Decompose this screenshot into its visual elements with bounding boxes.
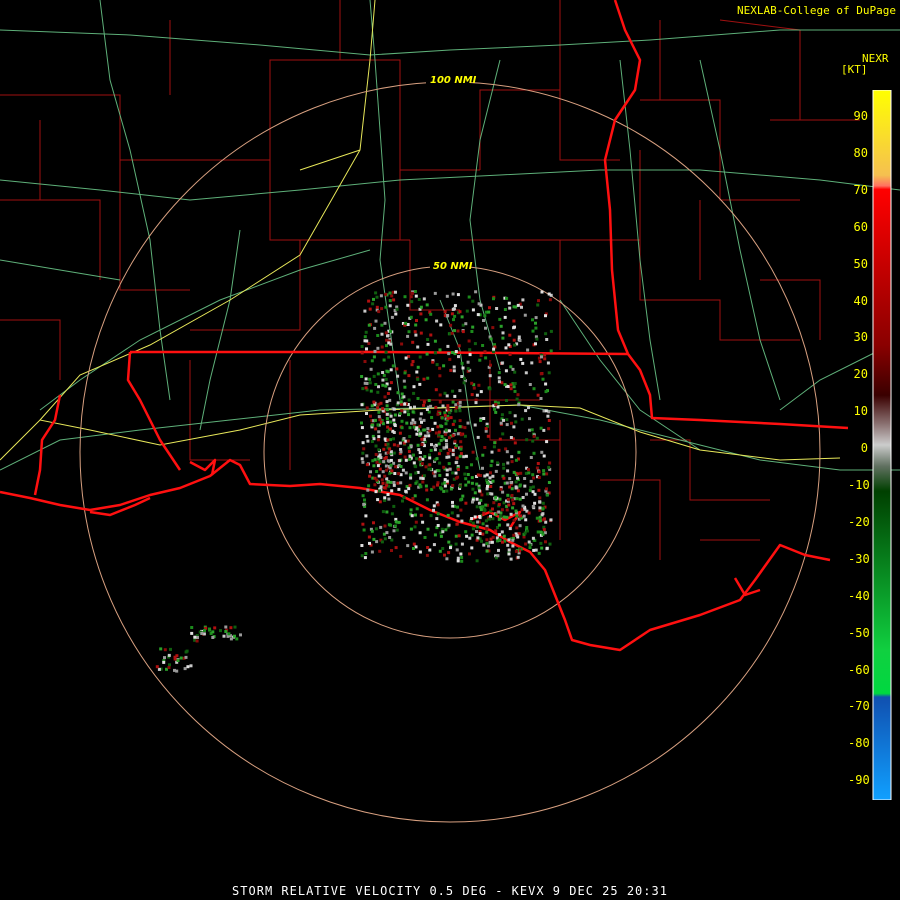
legend-tick: -20 xyxy=(848,514,870,529)
legend-tick: -40 xyxy=(848,588,870,603)
legend-tick: -50 xyxy=(848,625,870,640)
coastline xyxy=(0,458,831,652)
legend-tick: -10 xyxy=(848,478,870,492)
legend-tick: -70 xyxy=(848,699,870,714)
legend-tick: 60 xyxy=(853,219,868,234)
interstates xyxy=(0,0,841,461)
legend-tick: 10 xyxy=(853,404,868,419)
legend-tick: -90 xyxy=(848,773,870,788)
legend-tick: 20 xyxy=(853,367,868,382)
legend-tick: -60 xyxy=(848,662,870,677)
legend-tick: 50 xyxy=(853,256,868,271)
legend-unit: [KT] xyxy=(841,63,868,76)
legend-tick: 90 xyxy=(853,109,868,123)
range-label-50nmi: 50 NMI xyxy=(433,261,473,272)
credit-label: NEXLAB-College of DuPage xyxy=(737,4,896,17)
legend-tick: -30 xyxy=(848,551,870,566)
legend-tick: 70 xyxy=(853,182,868,197)
legend-tick: 40 xyxy=(853,293,868,308)
legend-tick: 0 xyxy=(860,441,868,456)
range-label-100nmi: 100 NMI xyxy=(430,75,477,86)
legend-tick: -80 xyxy=(848,736,870,751)
legend-tick: 30 xyxy=(853,330,868,345)
legend-tick: 80 xyxy=(853,145,868,160)
radar-map: 100 NMI 50 NMI xyxy=(0,0,900,823)
product-title: STORM RELATIVE VELOCITY 0.5 DEG - KEVX 9… xyxy=(232,884,668,898)
